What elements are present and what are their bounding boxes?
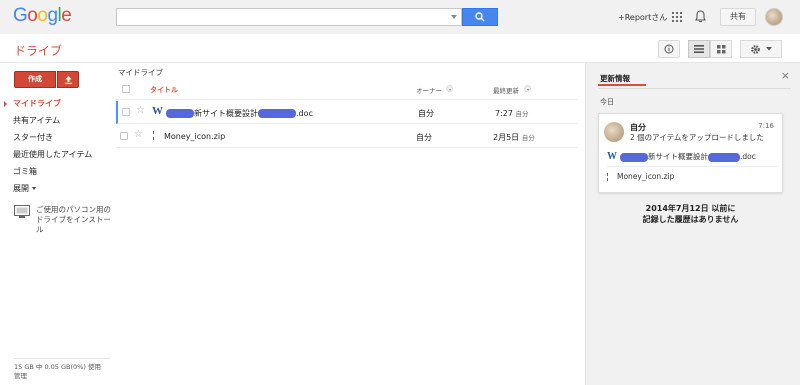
create-button[interactable]: 作成 bbox=[14, 71, 56, 88]
grid-view-icon bbox=[716, 44, 725, 53]
search-input[interactable] bbox=[116, 8, 462, 26]
share-button[interactable]: 共有 bbox=[720, 8, 756, 26]
grid-view-button[interactable] bbox=[710, 40, 732, 58]
upload-button[interactable] bbox=[57, 71, 79, 88]
word-doc-icon: W bbox=[152, 105, 163, 117]
zip-file-icon bbox=[153, 131, 157, 140]
search-icon bbox=[475, 12, 485, 22]
redacted-text bbox=[258, 109, 296, 118]
apps-grid-icon[interactable] bbox=[672, 12, 682, 22]
star-icon[interactable]: ☆ bbox=[136, 106, 145, 116]
chevron-down-icon bbox=[766, 47, 772, 51]
user-name-link[interactable]: +Reportさん bbox=[618, 12, 667, 23]
breadcrumb[interactable]: マイドライブ bbox=[118, 67, 163, 78]
row-checkbox[interactable] bbox=[120, 132, 128, 140]
redacted-text bbox=[708, 152, 740, 162]
file-modified: 2月5日 自分 bbox=[493, 133, 535, 142]
redacted-text bbox=[166, 109, 194, 118]
divider bbox=[607, 166, 777, 167]
install-drive-link[interactable]: ご使用のパソコン用のドライブをインストール bbox=[14, 205, 112, 235]
table-row[interactable]: ☆ W 新サイト概要設計 .doc 自分 7:27 自分 bbox=[116, 101, 578, 124]
page-title: ドライブ bbox=[14, 44, 63, 58]
column-owner[interactable]: オーナー bbox=[416, 85, 442, 95]
manage-storage-link[interactable]: 管理 bbox=[14, 372, 101, 381]
install-drive-text: ご使用のパソコン用のドライブをインストール bbox=[36, 205, 111, 234]
storage-usage-text: 15 GB 中 0.05 GB(0%) 使用 bbox=[14, 363, 101, 371]
sidebar-item-shared[interactable]: 共有アイテム bbox=[9, 112, 92, 129]
chevron-down-icon bbox=[32, 187, 36, 190]
activity-card: 自分 7:16 2 個のアイテムをアップロードしました W 新サイト概要設計 .do… bbox=[598, 113, 783, 193]
sidebar-item-expand[interactable]: 展開 bbox=[9, 180, 92, 197]
file-name[interactable]: Money_icon.zip bbox=[164, 132, 225, 141]
activity-time: 7:16 bbox=[758, 122, 774, 130]
file-name[interactable]: 新サイト概要設計 .doc bbox=[166, 108, 313, 119]
settings-button[interactable] bbox=[740, 40, 782, 58]
activity-file-link[interactable]: Money_icon.zip bbox=[607, 172, 674, 181]
row-checkbox[interactable] bbox=[122, 108, 130, 116]
search-button[interactable] bbox=[462, 8, 498, 26]
column-modified[interactable]: 最終更新 bbox=[493, 85, 519, 95]
avatar bbox=[604, 122, 624, 142]
sidebar-item-expand-label: 展開 bbox=[13, 184, 29, 193]
table-row[interactable]: ☆ Money_icon.zip 自分 2月5日 自分 bbox=[116, 125, 578, 148]
computer-icon bbox=[14, 205, 30, 218]
sidebar-item-my-drive[interactable]: マイドライブ bbox=[3, 95, 92, 112]
column-title[interactable]: タイトル bbox=[150, 85, 178, 95]
activity-file-link[interactable]: W 新サイト概要設計 .doc bbox=[607, 151, 756, 162]
no-history-message: 2014年7月12日 以前に 記録した履歴はありません bbox=[642, 204, 739, 224]
list-view-button[interactable] bbox=[688, 40, 710, 58]
storage-usage: 15 GB 中 0.05 GB(0%) 使用 管理 bbox=[14, 363, 101, 381]
sidebar-item-trash[interactable]: ゴミ箱 bbox=[9, 163, 92, 180]
word-doc-icon: W bbox=[607, 151, 617, 162]
redacted-text bbox=[620, 152, 648, 162]
divider bbox=[14, 358, 110, 359]
sidebar-item-starred[interactable]: スター付き bbox=[9, 129, 92, 146]
zip-file-icon bbox=[607, 173, 611, 181]
modified-sort-chevron-icon[interactable] bbox=[524, 85, 531, 92]
file-modified: 7:27 自分 bbox=[495, 109, 529, 118]
info-icon bbox=[664, 44, 674, 54]
activity-panel: 更新情報 × 今日 自分 7:16 2 個のアイテムをアップロードしました W新… bbox=[585, 63, 800, 385]
file-owner: 自分 bbox=[416, 133, 432, 142]
list-view-icon bbox=[694, 45, 704, 53]
top-bar: Google +Reportさん 共有 bbox=[0, 0, 800, 34]
details-button[interactable] bbox=[658, 40, 680, 58]
activity-title[interactable]: 更新情報 bbox=[600, 73, 630, 84]
avatar[interactable] bbox=[765, 8, 783, 26]
file-owner: 自分 bbox=[418, 109, 434, 118]
activity-description: 2 個のアイテムをアップロードしました bbox=[630, 133, 764, 142]
sidebar-nav: マイドライブ 共有アイテム スター付き 最近使用したアイテム ゴミ箱 展開 bbox=[3, 95, 92, 197]
sidebar-item-recent[interactable]: 最近使用したアイテム bbox=[9, 146, 92, 163]
owner-sort-chevron-icon[interactable] bbox=[446, 85, 453, 92]
select-all-checkbox[interactable] bbox=[122, 85, 130, 93]
upload-icon bbox=[64, 76, 72, 84]
active-tab-underline bbox=[598, 84, 646, 86]
file-list-header: タイトル オーナー 最終更新 bbox=[116, 78, 578, 100]
date-group-label: 今日 bbox=[600, 98, 614, 106]
close-icon[interactable]: × bbox=[781, 69, 790, 82]
gear-icon bbox=[751, 44, 760, 54]
divider bbox=[598, 88, 791, 89]
notifications-bell-icon[interactable] bbox=[695, 10, 706, 23]
star-icon[interactable]: ☆ bbox=[134, 130, 143, 140]
google-logo[interactable]: Google bbox=[13, 5, 72, 27]
search-options-arrow-icon[interactable] bbox=[451, 15, 457, 19]
